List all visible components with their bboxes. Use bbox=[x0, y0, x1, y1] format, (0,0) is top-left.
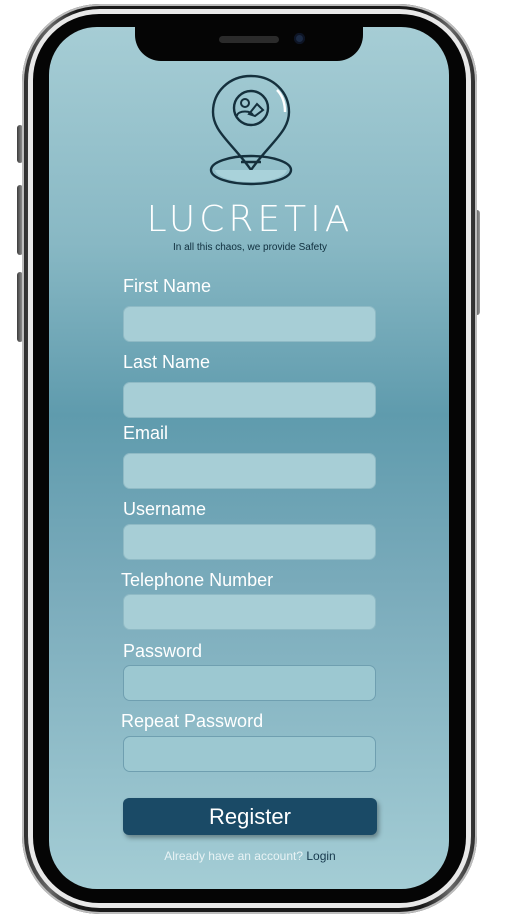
last-name-label: Last Name bbox=[123, 352, 211, 372]
first-name-label: First Name bbox=[123, 276, 212, 296]
notch bbox=[135, 27, 363, 61]
password-input[interactable] bbox=[123, 665, 376, 701]
email-input[interactable] bbox=[123, 453, 376, 489]
front-camera bbox=[294, 33, 305, 44]
telephone-input[interactable] bbox=[123, 594, 376, 630]
first-name-input[interactable] bbox=[123, 306, 376, 342]
email-label: Email bbox=[123, 423, 169, 443]
repeat-password-input[interactable] bbox=[123, 736, 376, 772]
login-prompt-text: Already have an account? bbox=[164, 849, 304, 863]
brand-name: LUCRETIA bbox=[146, 199, 354, 240]
password-label: Password bbox=[123, 641, 203, 661]
location-pin-with-people-icon bbox=[209, 74, 293, 186]
login-link[interactable]: Login bbox=[306, 849, 335, 863]
repeat-password-label: Repeat Password bbox=[121, 711, 264, 731]
username-label: Username bbox=[123, 499, 207, 519]
register-button[interactable]: Register bbox=[123, 798, 377, 835]
telephone-label: Telephone Number bbox=[121, 570, 274, 590]
username-input[interactable] bbox=[123, 524, 376, 560]
login-prompt-row: Already have an account? Login bbox=[120, 849, 380, 863]
tagline: In all this chaos, we provide Safety bbox=[173, 242, 327, 253]
phone-mockup: LUCRETIA In all this chaos, we provide S… bbox=[0, 0, 507, 920]
last-name-input[interactable] bbox=[123, 382, 376, 418]
speaker-grille bbox=[219, 36, 279, 43]
